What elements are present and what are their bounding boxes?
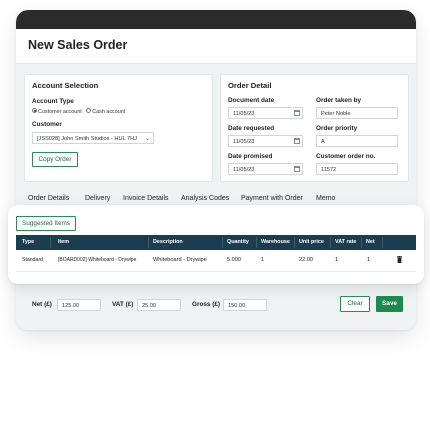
- column-header-vat-rate[interactable]: VAT rate: [335, 239, 356, 245]
- cell-quantity: 5.000: [227, 257, 241, 263]
- column-header-warehouse[interactable]: Warehouse: [261, 239, 290, 245]
- net-label: Net (£): [32, 301, 52, 308]
- column-header-quantity[interactable]: Quantity: [227, 239, 249, 245]
- customer-account-label: Customer account: [38, 109, 82, 115]
- trash-icon[interactable]: [397, 256, 402, 263]
- document-date-field[interactable]: 11/05/23: [228, 107, 303, 119]
- calendar-icon[interactable]: [294, 110, 300, 116]
- gross-total-field: 150.00: [223, 299, 267, 311]
- column-divider: [50, 237, 51, 248]
- order-lines-card: Suggested Items Type Item Description Qu…: [8, 205, 424, 284]
- date-requested-value: 11/05/23: [233, 138, 255, 145]
- date-promised-label: Date promised: [228, 153, 273, 160]
- customer-order-no-field[interactable]: 11572: [316, 163, 398, 175]
- order-taken-by-field[interactable]: Peter Noble: [316, 107, 398, 119]
- page-title: New Sales Order: [28, 38, 128, 52]
- tab-payment-with-order[interactable]: Payment with Order: [241, 195, 303, 202]
- column-divider: [330, 237, 331, 248]
- column-divider: [148, 237, 149, 248]
- document-date-value: 11/05/23: [233, 110, 255, 117]
- column-header-description[interactable]: Description: [153, 239, 183, 245]
- customer-order-no-label: Customer order no.: [316, 153, 376, 160]
- customer-select[interactable]: [JSS028] John Smith Studios - HUL 7HJ ⌄: [32, 132, 154, 144]
- column-header-item[interactable]: Item: [58, 239, 69, 245]
- column-divider: [294, 237, 295, 248]
- column-divider: [382, 237, 383, 248]
- cell-net: 1: [367, 257, 371, 263]
- window-title-bar: [16, 10, 416, 29]
- title-area: New Sales Order: [16, 29, 416, 64]
- column-header-net[interactable]: Net: [366, 239, 375, 245]
- date-promised-field[interactable]: 11/05/23: [228, 163, 303, 175]
- order-detail-panel: Order Detail Document date 11/05/23 Date…: [220, 74, 409, 182]
- gross-label: Gross (£): [192, 301, 221, 308]
- tab-delivery[interactable]: Delivery: [85, 195, 110, 202]
- account-type-label: Account Type: [32, 98, 74, 105]
- date-promised-value: 11/05/23: [233, 166, 255, 173]
- account-type-options: Customer account Cash account: [32, 108, 126, 115]
- table-row[interactable]: Standard [BOARD002] Whiteboard - Drywipe…: [16, 250, 416, 272]
- cash-account-label: Cash account: [92, 109, 126, 115]
- suggested-items-button[interactable]: Suggested Items: [16, 216, 76, 231]
- clear-button[interactable]: Clear: [340, 296, 370, 312]
- account-selection-title: Account Selection: [32, 81, 99, 90]
- order-priority-label: Order priority: [316, 125, 358, 132]
- order-lines-header: Type Item Description Quantity Warehouse…: [16, 235, 416, 250]
- date-requested-field[interactable]: 11/05/23: [228, 135, 303, 147]
- cell-vat-rate: 1: [335, 257, 339, 263]
- cell-description: Whiteboard - Drywipe: [153, 257, 207, 263]
- tab-analysis-codes[interactable]: Analysis Codes: [181, 195, 229, 202]
- customer-label: Customer: [32, 121, 62, 128]
- cell-type: Standard: [22, 257, 44, 263]
- chevron-down-icon: ⌄: [144, 136, 150, 142]
- column-header-type[interactable]: Type: [22, 239, 34, 245]
- calendar-icon[interactable]: [294, 166, 300, 172]
- cell-unit-price: 22.00: [299, 257, 313, 263]
- calendar-icon[interactable]: [294, 138, 300, 144]
- cell-warehouse: 1: [261, 257, 265, 263]
- column-divider: [361, 237, 362, 248]
- customer-account-radio[interactable]: [32, 108, 37, 114]
- account-selection-panel: Account Selection Account Type Customer …: [24, 74, 213, 182]
- column-divider: [256, 237, 257, 248]
- save-button[interactable]: Save: [376, 296, 403, 312]
- cash-account-radio[interactable]: [86, 108, 92, 114]
- document-date-label: Document date: [228, 97, 275, 104]
- copy-order-button[interactable]: Copy Order: [32, 152, 78, 167]
- order-priority-field[interactable]: A: [316, 135, 398, 147]
- net-total-field: 125.00: [57, 299, 101, 311]
- customer-select-value: [JSS028] John Smith Studios - HUL 7HJ: [37, 135, 137, 142]
- order-taken-by-label: Order taken by: [316, 97, 362, 104]
- order-detail-title: Order Detail: [228, 81, 272, 90]
- totals-bar: Net (£) 125.00 VAT (£) 25.00 Gross (£) 1…: [16, 291, 416, 319]
- column-header-unit-price[interactable]: Unit price: [299, 239, 324, 245]
- vat-label: VAT (£): [112, 301, 134, 308]
- column-divider: [222, 237, 223, 248]
- vat-total-field: 25.00: [137, 299, 181, 311]
- cell-item: [BOARD002] Whiteboard - Drywipe: [58, 257, 137, 263]
- tab-invoice-details[interactable]: Invoice Details: [123, 195, 169, 202]
- tab-memo[interactable]: Memo: [316, 195, 335, 202]
- date-requested-label: Date requested: [228, 125, 275, 132]
